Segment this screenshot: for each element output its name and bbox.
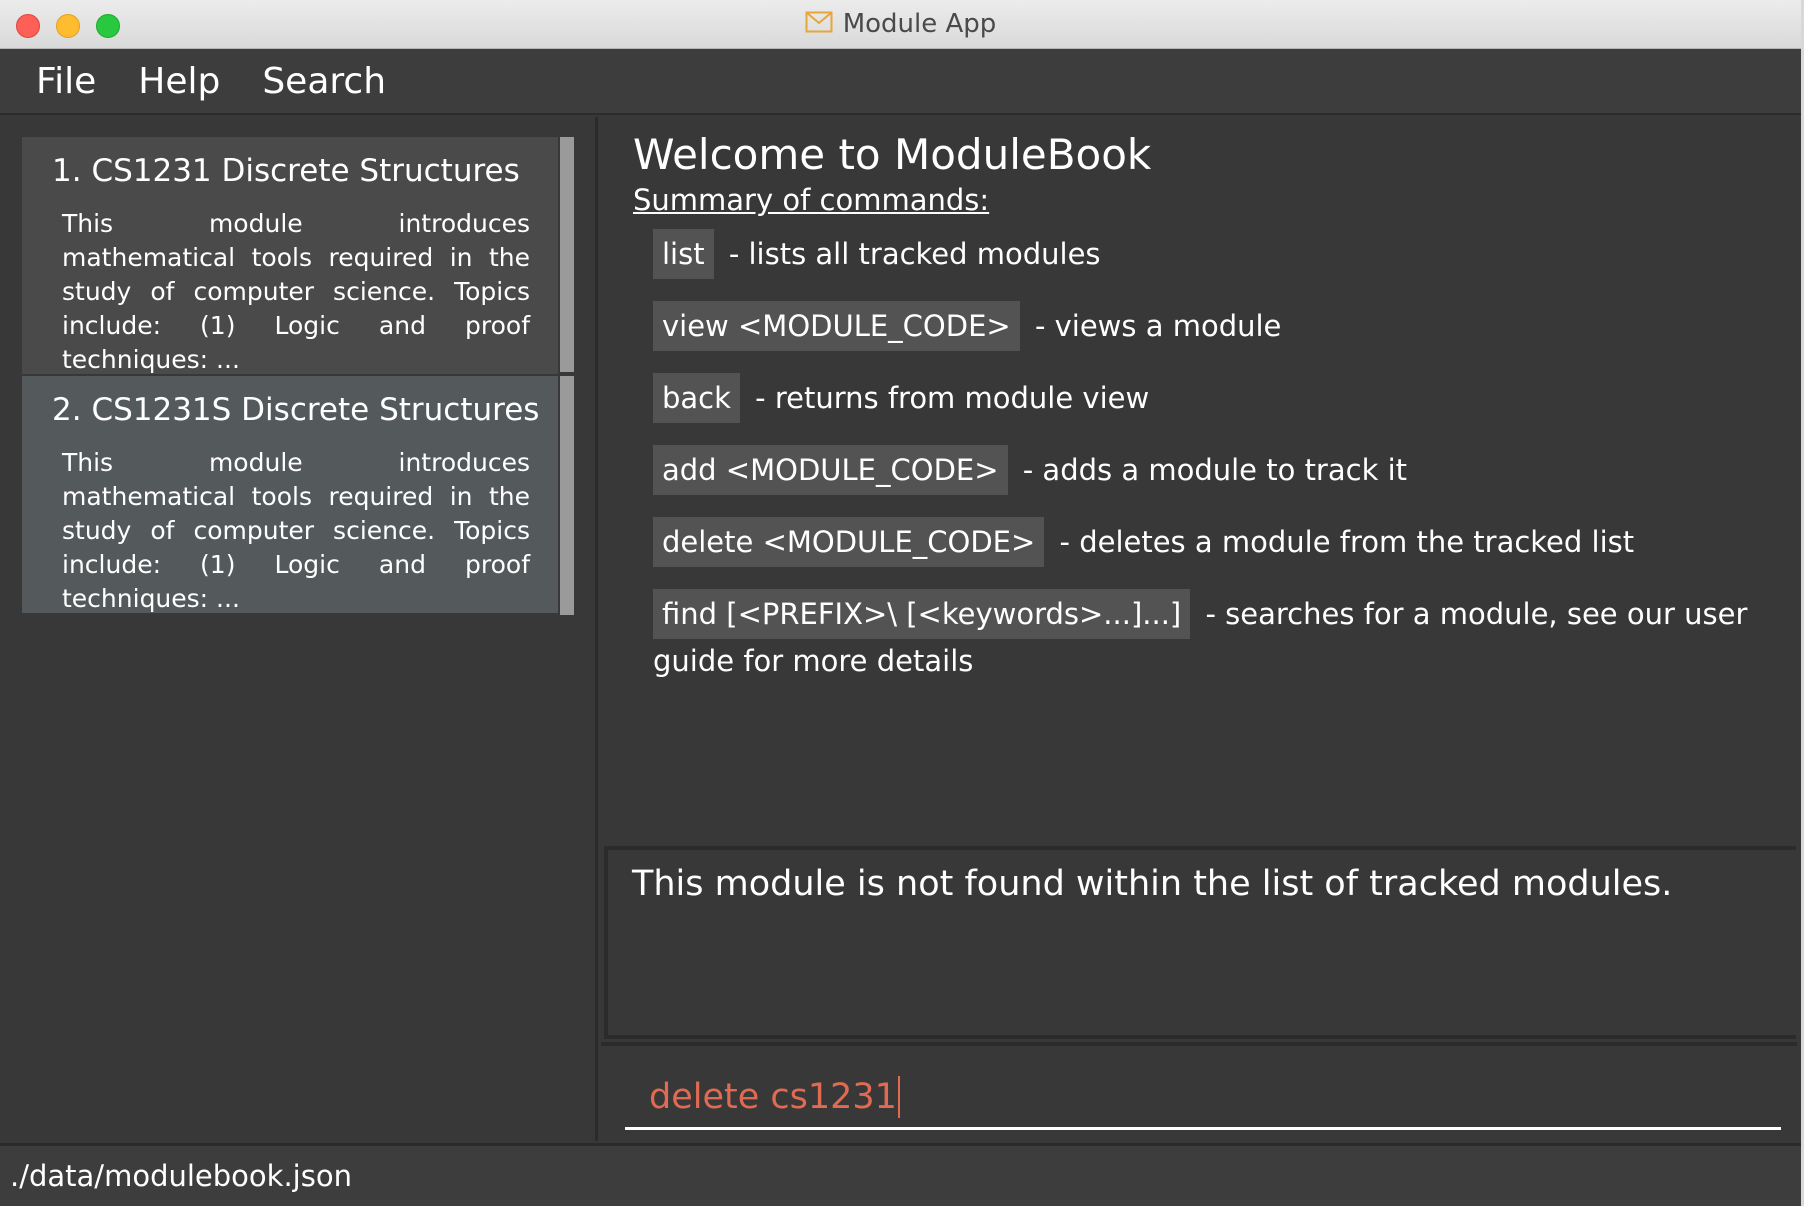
module-card-description: This module introduces mathematical tool… [62, 209, 530, 374]
command-code: list [653, 229, 714, 279]
menu-bar: File Help Search [0, 49, 1801, 115]
scrollbar-divider [560, 372, 574, 376]
envelope-icon [805, 11, 833, 37]
command-help-row: delete <MODULE_CODE> - deletes a module … [653, 517, 1767, 567]
module-card-name: CS1231 Discrete Structures [91, 153, 520, 189]
command-help-row: view <MODULE_CODE> - views a module [653, 301, 1767, 351]
module-list-panel: 1. CS1231 Discrete Structures This modul… [0, 117, 598, 1141]
app-window: Module App File Help Search 1. CS1231 Di… [0, 0, 1804, 1206]
list-scrollbar[interactable] [560, 137, 574, 615]
menu-search[interactable]: Search [262, 61, 386, 102]
command-code: delete <MODULE_CODE> [653, 517, 1045, 567]
text-caret [897, 1075, 900, 1118]
menu-help[interactable]: Help [138, 61, 220, 102]
module-card-title: 2. CS1231S Discrete Structures [52, 392, 539, 428]
result-display: This module is not found within the list… [604, 846, 1796, 1039]
command-box: delete cs1231 [601, 1042, 1797, 1142]
module-card-title: 1. CS1231 Discrete Structures [52, 153, 530, 189]
module-card-description: This module introduces mathematical tool… [62, 448, 530, 613]
menu-file[interactable]: File [36, 61, 96, 102]
module-card[interactable]: 1. CS1231 Discrete Structures This modul… [22, 137, 558, 374]
title-bar: Module App [0, 0, 1801, 49]
command-description: - views a module [1034, 309, 1282, 343]
command-input[interactable]: delete cs1231 [625, 1066, 1781, 1130]
command-help-row: list - lists all tracked modules [653, 229, 1767, 279]
command-code: add <MODULE_CODE> [653, 445, 1008, 495]
result-message: This module is not found within the list… [632, 864, 1673, 904]
module-card-name: CS1231S Discrete Structures [91, 392, 540, 428]
command-help-row: find [<PREFIX>\ [<keywords>...]...] - se… [653, 589, 1767, 683]
command-description: - returns from module view [755, 381, 1150, 415]
command-code: view <MODULE_CODE> [653, 301, 1020, 351]
command-description: - deletes a module from the tracked list [1059, 525, 1635, 559]
window-title: Module App [842, 9, 997, 39]
command-input-text: delete cs1231 [649, 1076, 897, 1117]
welcome-heading: Welcome to ModuleBook [633, 130, 1152, 179]
command-code: find [<PREFIX>\ [<keywords>...]...] [653, 589, 1191, 639]
command-help-row: add <MODULE_CODE> - adds a module to tra… [653, 445, 1767, 495]
command-help-row: back - returns from module view [653, 373, 1767, 423]
help-panel: Welcome to ModuleBook Summary of command… [601, 117, 1797, 842]
module-card-index: 1. [52, 153, 82, 189]
module-card-index: 2. [52, 392, 82, 428]
module-card-selected[interactable]: 2. CS1231S Discrete Structures This modu… [22, 376, 558, 613]
summary-heading: Summary of commands: [633, 183, 990, 217]
status-file-path: ./data/modulebook.json [10, 1159, 352, 1193]
command-description: - lists all tracked modules [728, 237, 1101, 271]
command-code: back [653, 373, 740, 423]
status-bar: ./data/modulebook.json [0, 1143, 1801, 1206]
command-description: - adds a module to track it [1022, 453, 1408, 487]
